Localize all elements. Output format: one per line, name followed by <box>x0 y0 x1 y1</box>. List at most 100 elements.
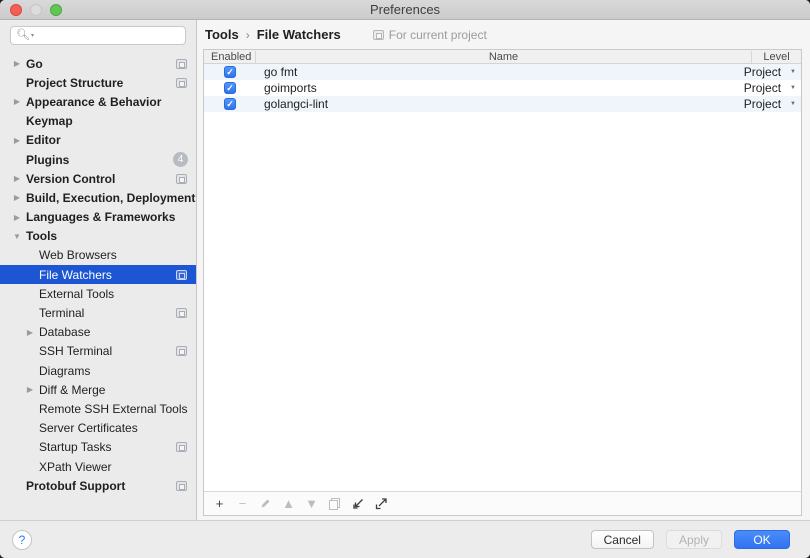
sidebar-item-label: Web Browsers <box>39 248 117 262</box>
chevron-down-icon[interactable]: ▼ <box>12 232 22 241</box>
edit-icon <box>259 497 272 510</box>
sidebar-item-label: Build, Execution, Deployment <box>26 191 195 205</box>
settings-sidebar: 🔍︎ ▾ ▶ Go Project Structure ▶Appearance & B… <box>0 20 197 520</box>
watcher-name[interactable]: goimports <box>256 81 733 95</box>
sidebar-item-database[interactable]: ▶ Database <box>0 323 196 342</box>
project-scope-icon <box>373 30 384 40</box>
breadcrumb-file-watchers: File Watchers <box>257 27 341 42</box>
remove-button: − <box>231 494 254 514</box>
edit-button <box>254 494 277 514</box>
dialog-body: 🔍︎ ▾ ▶ Go Project Structure ▶Appearance & B… <box>0 20 810 520</box>
chevron-down-icon[interactable]: ▼ <box>790 85 796 91</box>
level-dropdown[interactable]: Project▼ <box>733 65 801 79</box>
sidebar-item-label: Server Certificates <box>39 421 138 435</box>
chevron-right-icon[interactable]: ▶ <box>25 385 35 394</box>
watcher-name[interactable]: golangci-lint <box>256 97 733 111</box>
import-icon <box>351 497 365 511</box>
sidebar-item-file-watchers[interactable]: File Watchers <box>0 265 196 284</box>
column-header-level[interactable]: Level <box>751 51 801 63</box>
plugins-count-badge: 4 <box>173 152 188 167</box>
export-button[interactable] <box>369 494 392 514</box>
breadcrumb: Tools › File Watchers For current projec… <box>197 20 810 49</box>
breadcrumb-separator: › <box>246 28 250 42</box>
chevron-right-icon[interactable]: ▶ <box>12 193 22 202</box>
sidebar-item-appearance-behavior[interactable]: ▶Appearance & Behavior <box>0 92 196 111</box>
enabled-checkbox[interactable]: ✓ <box>224 66 236 78</box>
duplicate-button <box>323 494 346 514</box>
chevron-down-icon[interactable]: ▼ <box>790 101 796 107</box>
sidebar-item-label: Plugins <box>26 153 69 167</box>
sidebar-item-label: Languages & Frameworks <box>26 210 175 224</box>
sidebar-item-diagrams[interactable]: Diagrams <box>0 361 196 380</box>
sidebar-item-startup-tasks[interactable]: Startup Tasks <box>0 438 196 457</box>
sidebar-item-build-execution-deployment[interactable]: ▶ Build, Execution, Deployment <box>0 188 196 207</box>
chevron-down-icon[interactable]: ▼ <box>790 69 796 75</box>
cancel-button[interactable]: Cancel <box>591 530 654 549</box>
scope-text: For current project <box>389 28 487 42</box>
sidebar-item-web-browsers[interactable]: Web Browsers <box>0 246 196 265</box>
project-scope-icon <box>176 308 187 318</box>
sidebar-item-version-control[interactable]: ▶ Version Control <box>0 169 196 188</box>
chevron-right-icon[interactable]: ▶ <box>12 59 22 68</box>
sidebar-item-label: Protobuf Support <box>26 479 125 493</box>
table-row[interactable]: ✓ golangci-lintProject▼ <box>204 96 801 112</box>
settings-search[interactable]: 🔍︎ ▾ <box>10 26 186 45</box>
column-header-enabled[interactable]: Enabled <box>204 51 256 63</box>
chevron-right-icon[interactable]: ▶ <box>12 213 22 222</box>
sidebar-item-label: Diff & Merge <box>39 383 105 397</box>
table-row[interactable]: ✓ goimports Project ▼ <box>204 80 801 96</box>
project-scope-icon <box>176 481 187 491</box>
sidebar-item-ssh-terminal[interactable]: SSH Terminal <box>0 342 196 361</box>
column-header-name[interactable]: Name <box>256 51 751 63</box>
chevron-right-icon[interactable]: ▶ <box>12 136 22 145</box>
sidebar-item-label: Keymap <box>26 114 73 128</box>
enabled-cell: ✓ <box>204 82 256 94</box>
breadcrumb-tools[interactable]: Tools <box>205 27 239 42</box>
level-dropdown[interactable]: Project▼ <box>733 97 801 111</box>
project-scope-icon <box>176 346 187 356</box>
sidebar-item-languages-frameworks[interactable]: ▶ Languages & Frameworks <box>0 208 196 227</box>
enabled-checkbox[interactable]: ✓ <box>224 98 236 110</box>
chevron-right-icon[interactable]: ▶ <box>25 328 35 337</box>
export-icon <box>374 497 388 511</box>
table-row[interactable]: ✓ go fmtProject▼ <box>204 64 801 80</box>
sidebar-item-label: Go <box>26 57 43 71</box>
sidebar-item-label: Version Control <box>26 172 115 186</box>
import-button[interactable] <box>346 494 369 514</box>
sidebar-item-go[interactable]: ▶ Go <box>0 54 196 73</box>
move-down-button: ▼ <box>300 494 323 514</box>
help-button[interactable]: ? <box>12 530 32 550</box>
sidebar-item-diff-merge[interactable]: ▶ Diff & Merge <box>0 380 196 399</box>
ok-button[interactable]: OK <box>734 530 790 549</box>
sidebar-item-protobuf-support[interactable]: Protobuf Support <box>0 476 196 495</box>
sidebar-item-terminal[interactable]: Terminal <box>0 303 196 322</box>
preferences-dialog: Preferences 🔍︎ ▾ ▶GoProject Structure▶Ap… <box>0 0 810 558</box>
sidebar-item-plugins[interactable]: Plugins 4 <box>0 150 196 169</box>
sidebar-item-label: XPath Viewer <box>39 460 112 474</box>
sidebar-item-server-certificates[interactable]: Server Certificates <box>0 419 196 438</box>
project-scope-icon <box>176 78 187 88</box>
enabled-checkbox[interactable]: ✓ <box>224 82 236 94</box>
chevron-right-icon[interactable]: ▶ <box>12 174 22 183</box>
chevron-right-icon[interactable]: ▶ <box>12 97 22 106</box>
watcher-name[interactable]: go fmt <box>256 65 733 79</box>
sidebar-item-xpath-viewer[interactable]: XPath Viewer <box>0 457 196 476</box>
project-scope-icon <box>176 442 187 452</box>
project-scope-icon <box>176 174 187 184</box>
sidebar-item-label: Database <box>39 325 90 339</box>
search-input[interactable] <box>34 29 180 43</box>
sidebar-item-remote-ssh-external-tools[interactable]: Remote SSH External Tools <box>0 399 196 418</box>
settings-nav-list: ▶ Go Project Structure ▶Appearance & Behavi… <box>0 50 196 520</box>
level-value: Project <box>744 81 781 95</box>
add-button[interactable]: + <box>208 494 231 514</box>
sidebar-item-external-tools[interactable]: External Tools <box>0 284 196 303</box>
sidebar-item-label: External Tools <box>39 287 114 301</box>
sidebar-item-keymap[interactable]: Keymap <box>0 112 196 131</box>
apply-button: Apply <box>666 530 722 549</box>
sidebar-item-project-structure[interactable]: Project Structure <box>0 73 196 92</box>
level-dropdown[interactable]: Project ▼ <box>733 81 801 95</box>
sidebar-item-tools[interactable]: ▼Tools <box>0 227 196 246</box>
sidebar-item-editor[interactable]: ▶Editor <box>0 131 196 150</box>
sidebar-item-label: Remote SSH External Tools <box>39 402 188 416</box>
sidebar-item-label: Project Structure <box>26 76 123 90</box>
